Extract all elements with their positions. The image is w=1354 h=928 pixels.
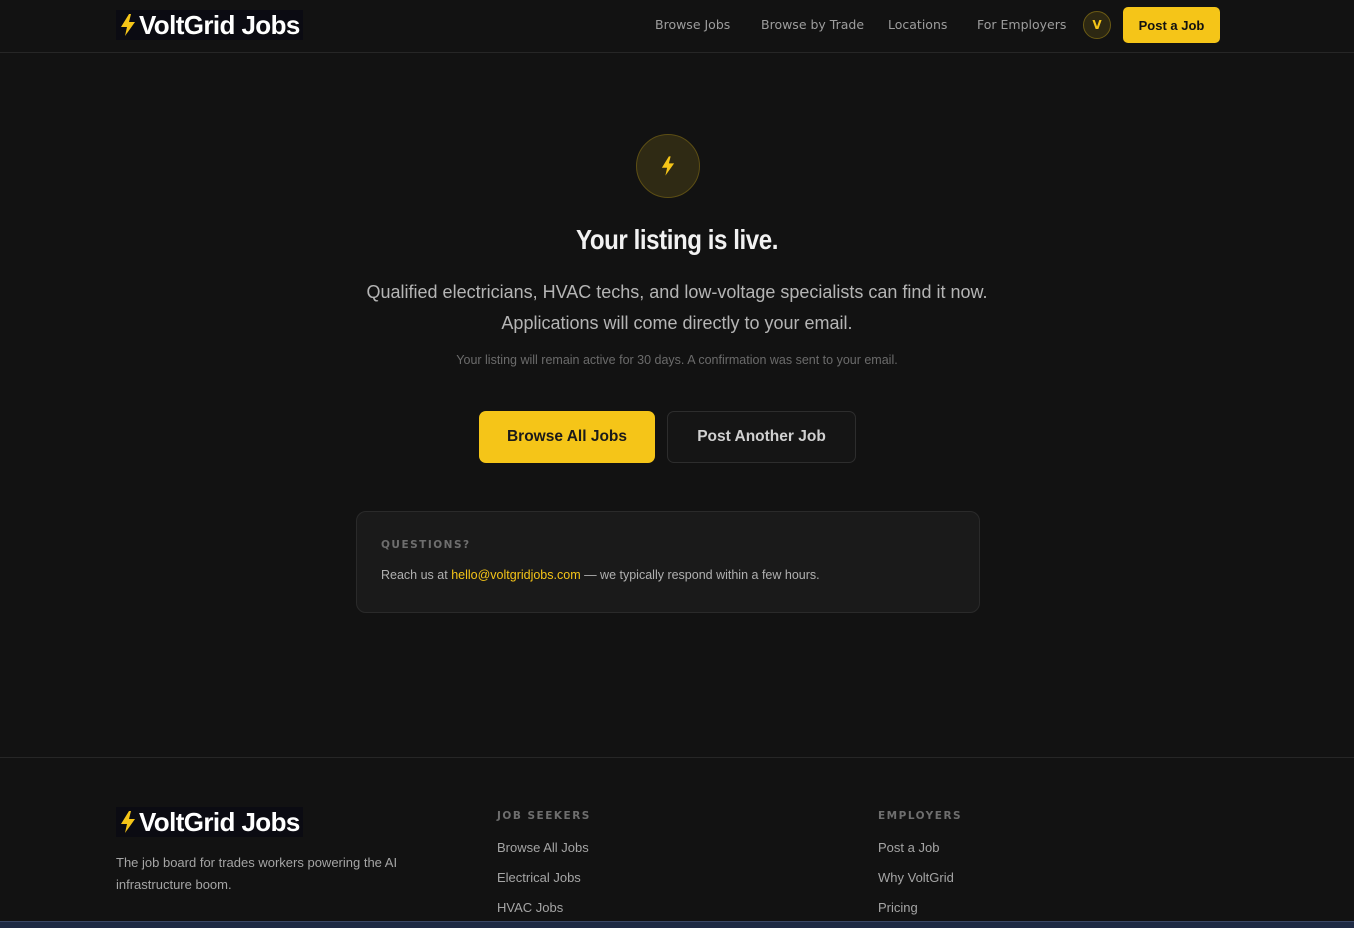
- questions-text: Reach us at hello@voltgridjobs.com — we …: [381, 568, 820, 582]
- footer-employers: EMPLOYERS Post a Job Why VoltGrid Pricin…: [878, 810, 962, 928]
- nav-locations[interactable]: Locations: [888, 17, 947, 32]
- questions-suffix: — we typically respond within a few hour…: [580, 568, 820, 582]
- lightning-bolt-icon: [636, 134, 700, 198]
- footer-brand-logo[interactable]: VoltGrid Jobs: [116, 807, 303, 837]
- site-header: VoltGrid Jobs Browse Jobs Browse by Trad…: [0, 0, 1354, 53]
- listing-note: Your listing will remain active for 30 d…: [456, 353, 898, 367]
- lightning-bolt-icon: [121, 811, 135, 833]
- bottom-bar: [0, 921, 1354, 928]
- footer-job-seekers-heading: JOB SEEKERS: [497, 810, 591, 822]
- nav-browse-jobs[interactable]: Browse Jobs: [655, 17, 730, 32]
- user-avatar[interactable]: V: [1083, 11, 1111, 39]
- page-title: Your listing is live.: [576, 224, 778, 255]
- nav-browse-by-trade[interactable]: Browse by Trade: [761, 17, 864, 32]
- lightning-bolt-glyph: [661, 156, 675, 176]
- post-job-button[interactable]: Post a Job: [1123, 7, 1220, 43]
- footer-link-why-voltgrid[interactable]: Why VoltGrid: [878, 870, 962, 900]
- brand-logo[interactable]: VoltGrid Jobs: [116, 10, 303, 40]
- footer-link-post-a-job[interactable]: Post a Job: [878, 840, 962, 870]
- footer-tagline: The job board for trades workers powerin…: [116, 855, 398, 892]
- contact-email-link[interactable]: hello@voltgridjobs.com: [451, 568, 580, 582]
- lightning-bolt-icon: [121, 14, 135, 36]
- footer-link-electrical-jobs[interactable]: Electrical Jobs: [497, 870, 591, 900]
- footer-brand-name: VoltGrid Jobs: [139, 807, 300, 837]
- page: VoltGrid Jobs Browse Jobs Browse by Trad…: [0, 0, 1354, 928]
- footer-link-browse-all-jobs[interactable]: Browse All Jobs: [497, 840, 591, 870]
- nav-for-employers[interactable]: For Employers: [977, 17, 1066, 32]
- footer-employers-heading: EMPLOYERS: [878, 810, 963, 822]
- brand-name: VoltGrid Jobs: [139, 10, 300, 40]
- questions-card: QUESTIONS? Reach us at hello@voltgridjob…: [356, 511, 980, 613]
- footer-job-seekers: JOB SEEKERS Browse All Jobs Electrical J…: [497, 810, 591, 928]
- browse-all-jobs-button[interactable]: Browse All Jobs: [479, 411, 655, 463]
- post-another-job-button[interactable]: Post Another Job: [667, 411, 856, 463]
- questions-prefix: Reach us at: [381, 568, 452, 582]
- site-footer: VoltGrid Jobs The job board for trades w…: [0, 757, 1354, 928]
- questions-label: QUESTIONS?: [381, 539, 471, 551]
- hero-subtitle: Qualified electricians, HVAC techs, and …: [366, 282, 988, 333]
